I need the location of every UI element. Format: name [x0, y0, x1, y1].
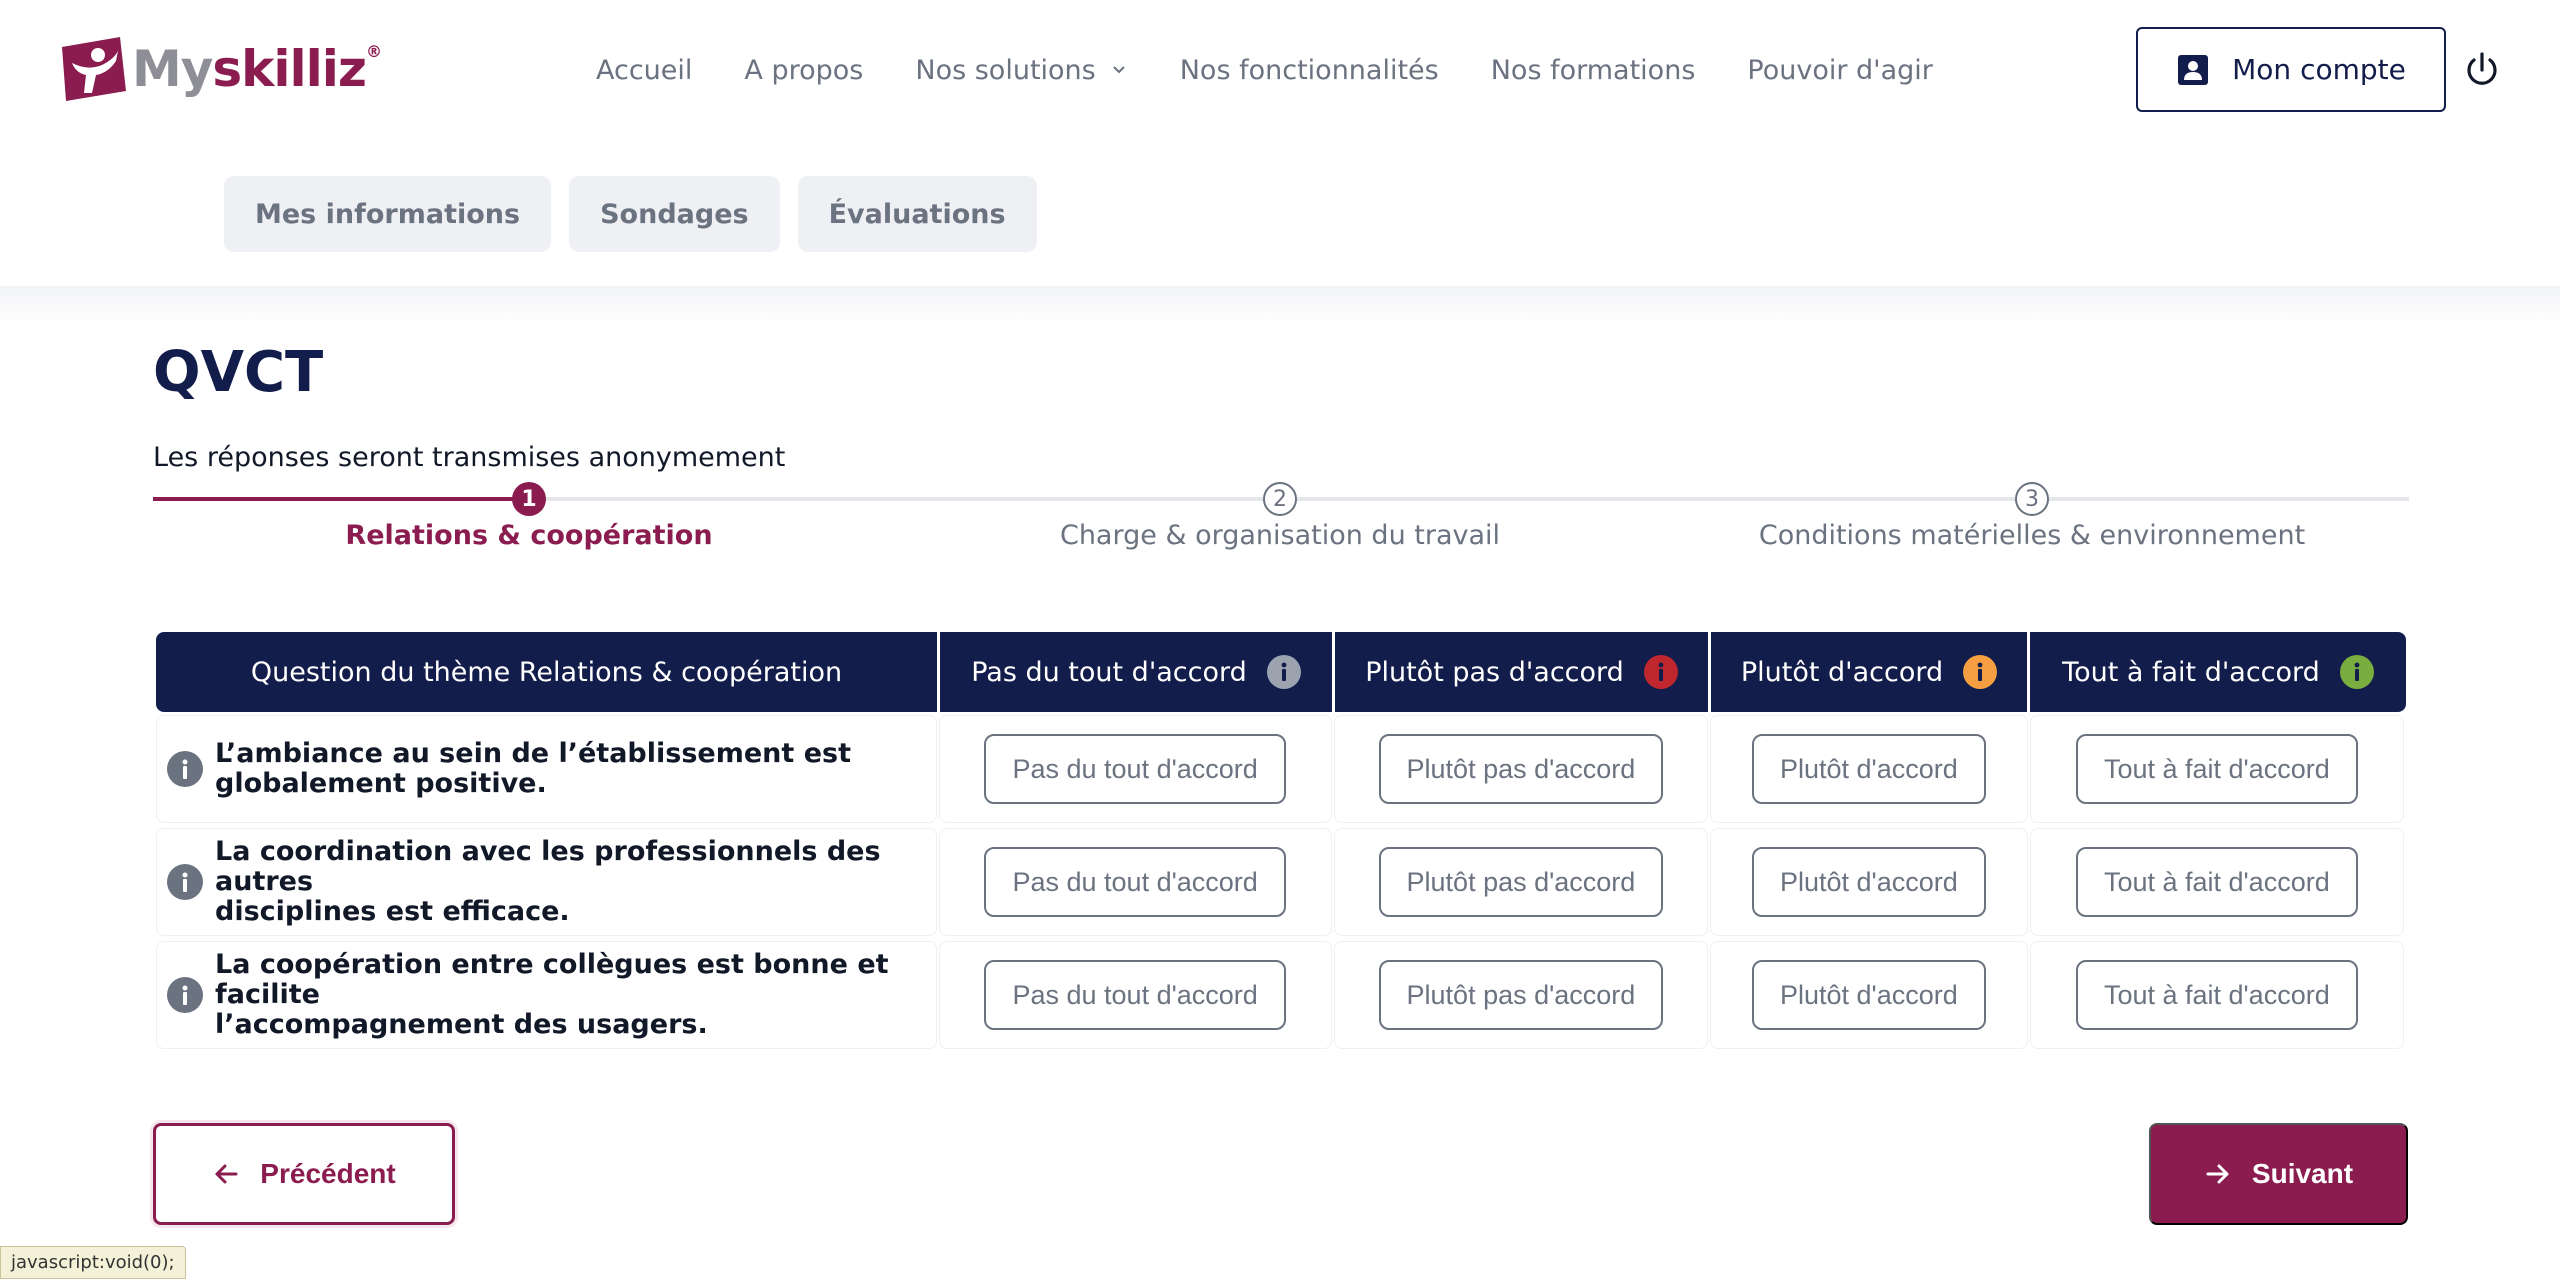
- question-cell: La coopération entre collègues est bonne…: [156, 941, 937, 1049]
- answer-plutot-pas-button[interactable]: Plutôt pas d'accord: [1378, 960, 1664, 1030]
- answer-cell: Plutôt pas d'accord: [1333, 828, 1709, 936]
- page-title: QVCT: [153, 340, 324, 405]
- mon-compte-label: Mon compte: [2232, 53, 2406, 86]
- header-divider: [0, 286, 2560, 326]
- step-3-label: Conditions matérielles & environnement: [1758, 520, 2306, 551]
- question-text: La coordination avec les professionnels …: [215, 837, 936, 927]
- question-line-1: La coopération entre collègues est bonne…: [215, 949, 889, 1010]
- question-cell: La coordination avec les professionnels …: [156, 828, 937, 936]
- info-icon[interactable]: [2339, 655, 2374, 689]
- precedent-button[interactable]: Précédent: [153, 1123, 455, 1225]
- answer-cell: Tout à fait d'accord: [2029, 715, 2404, 823]
- answer-plutot-button[interactable]: Plutôt d'accord: [1752, 734, 1986, 804]
- browser-status-bar: javascript:void(0);: [0, 1246, 186, 1279]
- header-c-label: Plutôt d'accord: [1740, 656, 1944, 688]
- answer-pas-du-tout-button[interactable]: Pas du tout d'accord: [984, 734, 1286, 804]
- arrow-right-icon: [2206, 1164, 2229, 1184]
- header-plutot: Plutôt d'accord: [1711, 632, 2030, 712]
- answer-cell: Plutôt pas d'accord: [1333, 941, 1709, 1049]
- info-icon[interactable]: [167, 751, 203, 787]
- stepper-progress: [153, 497, 529, 501]
- header-b-label: Plutôt pas d'accord: [1365, 656, 1624, 688]
- question-text: L’ambiance au sein de l’établissement es…: [215, 739, 851, 799]
- nav-nos-solutions[interactable]: Nos solutions: [915, 55, 1127, 86]
- answer-cell: Tout à fait d'accord: [2029, 941, 2404, 1049]
- arrow-left-icon: [215, 1164, 238, 1184]
- question-line-2: l’accompagnement des usagers.: [215, 1009, 708, 1040]
- answer-plutot-pas-button[interactable]: Plutôt pas d'accord: [1378, 847, 1664, 917]
- info-icon[interactable]: [1266, 655, 1301, 689]
- info-icon[interactable]: [167, 977, 203, 1013]
- step-2-label: Charge & organisation du travail: [1059, 520, 1501, 551]
- header-d-label: Tout à fait d'accord: [2062, 656, 2320, 688]
- answer-plutot-pas-button[interactable]: Plutôt pas d'accord: [1378, 734, 1664, 804]
- account-box-icon: [2178, 54, 2209, 85]
- info-icon[interactable]: [1963, 655, 1998, 689]
- header-pas-du-tout: Pas du tout d'accord: [940, 632, 1335, 712]
- question-line-2: globalement positive.: [215, 768, 547, 799]
- logo-text-skilliz: skilliz: [212, 40, 367, 98]
- table-row: La coordination avec les professionnels …: [156, 826, 2406, 938]
- question-line-1: La coordination avec les professionnels …: [215, 836, 881, 897]
- info-icon[interactable]: [1643, 655, 1678, 689]
- answer-cell: Plutôt d'accord: [1710, 828, 2028, 936]
- answer-cell: Plutôt d'accord: [1710, 715, 2028, 823]
- answer-tout-a-fait-button[interactable]: Tout à fait d'accord: [2075, 960, 2358, 1030]
- logo-text-my: My: [132, 40, 213, 98]
- sub-tabs: Mes informations Sondages Évaluations: [224, 176, 1055, 252]
- tab-evaluations[interactable]: Évaluations: [797, 176, 1037, 252]
- table-header: Question du thème Relations & coopératio…: [156, 632, 2406, 712]
- nav-nos-solutions-label: Nos solutions: [915, 54, 1096, 86]
- suivant-label: Suivant: [2251, 1158, 2354, 1189]
- answer-plutot-button[interactable]: Plutôt d'accord: [1752, 847, 1986, 917]
- answer-cell: Plutôt pas d'accord: [1333, 715, 1709, 823]
- header-question: Question du thème Relations & coopératio…: [156, 632, 940, 712]
- answer-cell: Pas du tout d'accord: [938, 828, 1332, 936]
- nav-nos-formations[interactable]: Nos formations: [1491, 55, 1696, 86]
- step-3-circle: 3: [2015, 482, 2049, 516]
- answer-plutot-button[interactable]: Plutôt d'accord: [1752, 960, 1986, 1030]
- table-row: La coopération entre collègues est bonne…: [156, 939, 2406, 1051]
- anonymity-notice: Les réponses seront transmises anonymeme…: [153, 442, 786, 473]
- step-1-circle: 1: [512, 482, 546, 516]
- header-tout-a-fait: Tout à fait d'accord: [2030, 632, 2406, 712]
- logo-registered: ®: [366, 42, 382, 61]
- mon-compte-button[interactable]: Mon compte: [2136, 27, 2446, 112]
- nav-accueil[interactable]: Accueil: [596, 55, 692, 86]
- header-question-label: Question du thème Relations & coopératio…: [250, 656, 843, 688]
- info-icon[interactable]: [167, 864, 203, 900]
- header-a-label: Pas du tout d'accord: [971, 656, 1247, 688]
- power-icon[interactable]: [2462, 50, 2502, 90]
- nav-a-propos[interactable]: A propos: [744, 55, 863, 86]
- step-2-circle: 2: [1263, 482, 1297, 516]
- question-cell: L’ambiance au sein de l’établissement es…: [156, 715, 937, 823]
- answer-cell: Pas du tout d'accord: [938, 941, 1332, 1049]
- tab-mes-informations[interactable]: Mes informations: [224, 176, 552, 252]
- nav-pouvoir-d-agir[interactable]: Pouvoir d'agir: [1747, 55, 1932, 86]
- main-nav: Accueil A propos Nos solutions Nos fonct…: [596, 48, 1985, 92]
- tab-sondages[interactable]: Sondages: [569, 176, 780, 252]
- answer-pas-du-tout-button[interactable]: Pas du tout d'accord: [984, 847, 1286, 917]
- precedent-label: Précédent: [260, 1158, 396, 1189]
- chevron-down-icon: [1113, 66, 1125, 74]
- suivant-button[interactable]: Suivant: [2149, 1123, 2408, 1225]
- answer-tout-a-fait-button[interactable]: Tout à fait d'accord: [2075, 847, 2358, 917]
- answer-pas-du-tout-button[interactable]: Pas du tout d'accord: [984, 960, 1286, 1030]
- header-plutot-pas: Plutôt pas d'accord: [1335, 632, 1711, 712]
- myskilliz-logo[interactable]: Myskilliz®: [58, 33, 382, 105]
- answer-tout-a-fait-button[interactable]: Tout à fait d'accord: [2075, 734, 2358, 804]
- top-header: Myskilliz® Accueil A propos Nos solution…: [0, 0, 2560, 140]
- survey-table: Question du thème Relations & coopératio…: [156, 632, 2406, 1051]
- answer-cell: Pas du tout d'accord: [938, 715, 1332, 823]
- logo-mark-icon: [62, 37, 126, 101]
- answer-cell: Plutôt d'accord: [1710, 941, 2028, 1049]
- question-line-1: L’ambiance au sein de l’établissement es…: [215, 738, 851, 769]
- table-row: L’ambiance au sein de l’établissement es…: [156, 713, 2406, 825]
- question-line-2: disciplines est efficace.: [215, 896, 570, 927]
- question-text: La coopération entre collègues est bonne…: [215, 950, 936, 1040]
- nav-nos-fonctionnalites[interactable]: Nos fonctionnalités: [1180, 55, 1439, 86]
- step-1-label: Relations & coopération: [345, 520, 713, 551]
- logo-text: Myskilliz®: [132, 42, 382, 95]
- answer-cell: Tout à fait d'accord: [2029, 828, 2404, 936]
